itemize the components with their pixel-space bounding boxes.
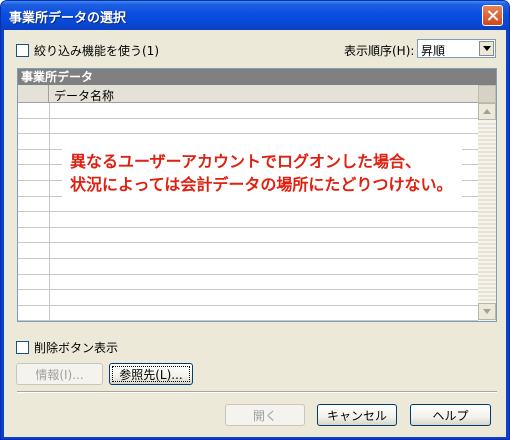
scrollbar-track[interactable] <box>478 121 496 303</box>
window-title: 事業所データの選択 <box>9 11 127 26</box>
checkbox-box[interactable] <box>16 44 29 57</box>
table-row[interactable] <box>18 305 478 321</box>
annotation-line-1: 異なるユーザーアカウントでログオンした場合、 <box>70 152 422 171</box>
arrow-down-icon <box>483 309 491 314</box>
table-row[interactable] <box>18 227 478 244</box>
grid-rows <box>18 103 478 321</box>
browse-location-button[interactable]: 参照先(L)... <box>109 363 193 385</box>
dialog-window: 事業所データの選択 絞り込み機能を使う(1) 表示順序(H): 昇順 事業所デー… <box>0 0 510 440</box>
arrow-up-icon <box>483 109 491 114</box>
grid-header-corner <box>18 85 49 103</box>
table-row[interactable] <box>18 103 478 119</box>
vertical-scrollbar[interactable] <box>478 85 496 321</box>
sort-order-value: 昇順 <box>421 44 446 58</box>
dropdown-arrow[interactable] <box>479 41 494 56</box>
title-bar[interactable]: 事業所データの選択 <box>1 1 509 30</box>
delete-button-toggle-checkbox[interactable]: 削除ボタン表示 <box>16 339 118 356</box>
grid-caption: 事業所データ <box>18 69 496 85</box>
dialog-body: 絞り込み機能を使う(1) 表示順序(H): 昇順 事業所データ データ名称 異な… <box>4 30 506 437</box>
chevron-down-icon <box>482 46 491 51</box>
close-icon[interactable] <box>482 5 503 26</box>
scrollbar-corner <box>478 85 496 103</box>
open-button[interactable]: 開く <box>225 404 305 426</box>
table-row[interactable] <box>18 258 478 275</box>
filter-checkbox[interactable]: 絞り込み機能を使う(1) <box>16 42 159 59</box>
help-button[interactable]: ヘルプ <box>410 404 491 426</box>
annotation-line-2: 状況によっては会計データの場所にたどりつけない。 <box>70 175 453 194</box>
table-row[interactable] <box>18 118 478 135</box>
cancel-button[interactable]: キャンセル <box>317 404 397 426</box>
checkbox-box[interactable] <box>16 341 29 354</box>
table-row[interactable] <box>18 212 478 228</box>
info-button[interactable]: 情報(I)... <box>16 363 103 385</box>
scroll-up-button[interactable] <box>478 103 496 120</box>
column-header-data-name[interactable]: データ名称 <box>54 87 114 104</box>
table-row[interactable] <box>18 274 478 291</box>
table-row[interactable] <box>18 243 478 259</box>
grid-header: データ名称 <box>18 85 478 103</box>
scroll-down-button[interactable] <box>478 303 496 320</box>
sort-order-label: 表示順序(H): <box>344 44 415 58</box>
divider <box>17 391 497 393</box>
filter-checkbox-label: 絞り込み機能を使う(1) <box>34 44 159 58</box>
delete-button-toggle-label: 削除ボタン表示 <box>34 341 119 355</box>
sort-order-select[interactable]: 昇順 <box>417 39 496 58</box>
table-row[interactable] <box>18 290 478 306</box>
annotation-note: 異なるユーザーアカウントでログオンした場合、 状況によっては会計データの場所にた… <box>62 146 462 200</box>
